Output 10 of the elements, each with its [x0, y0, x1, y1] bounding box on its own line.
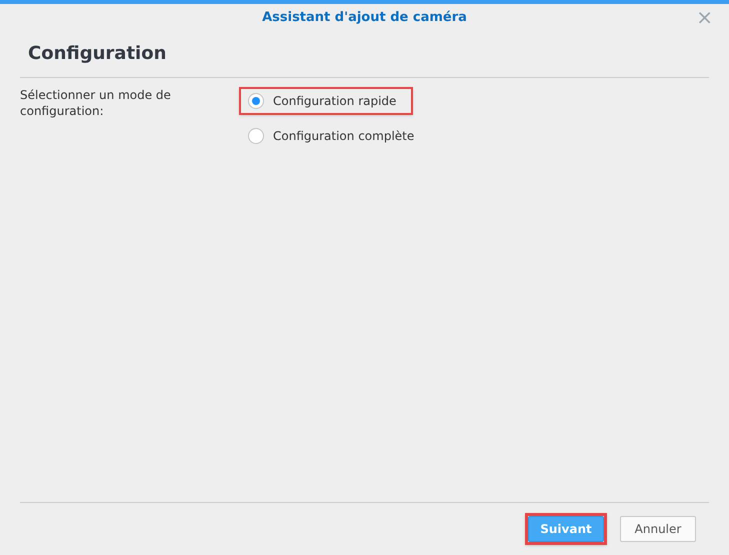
- window-title: Assistant d'ajout de caméra: [262, 9, 467, 28]
- cancel-button[interactable]: Annuler: [620, 516, 696, 542]
- radio-button[interactable]: [248, 128, 264, 144]
- radio-option[interactable]: Configuration rapide: [248, 92, 404, 110]
- field-label: Sélectionner un mode de configuration:: [20, 87, 172, 120]
- option-label: Configuration complète: [273, 128, 414, 145]
- radio-button[interactable]: [248, 93, 264, 109]
- page-heading: Configuration: [28, 43, 166, 64]
- option-label: Configuration rapide: [273, 93, 396, 110]
- radio-option[interactable]: Configuration complète: [248, 127, 414, 145]
